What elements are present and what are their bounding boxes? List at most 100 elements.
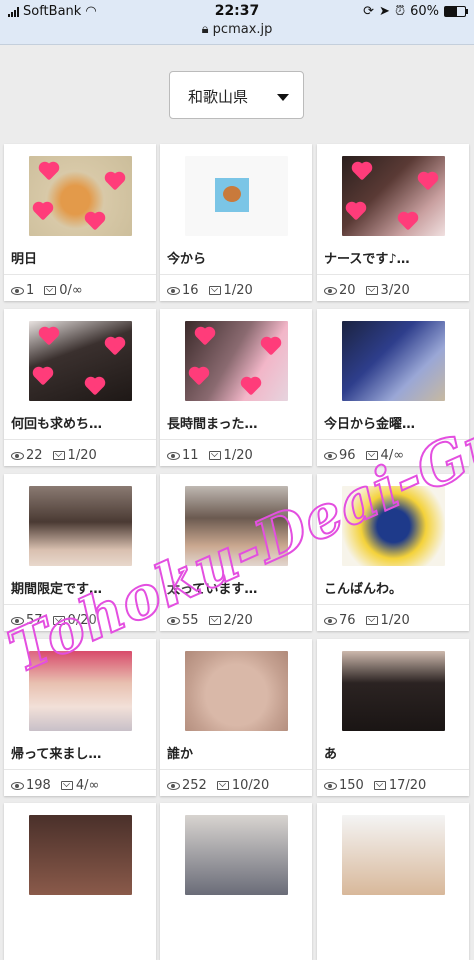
profile-card[interactable] [160, 803, 312, 960]
view-count: 22 [26, 448, 43, 463]
mail-count: 0/∞ [59, 283, 83, 298]
eye-icon [324, 286, 337, 295]
eye-icon [11, 286, 24, 295]
divider [317, 604, 469, 605]
profile-stats: 55 2/20 [167, 613, 253, 628]
profile-name: 長時間まった… [167, 417, 258, 432]
profile-card[interactable]: 太っています… 55 2/20 [160, 474, 312, 631]
profile-name: 誰か [167, 747, 194, 762]
divider [4, 604, 156, 605]
profile-stats: 76 1/20 [324, 613, 410, 628]
mail-count: 4/∞ [75, 778, 100, 793]
profile-name: 期間限定です… [11, 582, 103, 597]
divider [160, 274, 312, 275]
profile-photo [185, 321, 288, 401]
profile-photo [29, 486, 132, 566]
profile-photo [342, 815, 445, 895]
eye-icon [324, 781, 337, 790]
eye-icon [324, 451, 337, 460]
eye-icon [167, 286, 180, 295]
view-count: 76 [339, 613, 356, 628]
profile-card[interactable]: 今日から金曜… 96 4/∞ [317, 309, 469, 466]
mail-count: 2/20 [223, 613, 253, 628]
profile-stats: 16 1/20 [167, 283, 253, 298]
profile-stats: 22 1/20 [11, 448, 97, 463]
heart-sticker-icon [190, 368, 208, 386]
heart-sticker-icon [86, 378, 104, 396]
heart-sticker-icon [347, 203, 365, 221]
profile-photo [342, 156, 445, 236]
mail-icon [52, 616, 65, 625]
profile-photo [29, 651, 132, 731]
view-count: 11 [182, 448, 199, 463]
profile-photo [185, 486, 288, 566]
profile-grid: 明日 1 0/∞ 今から 16 1/20 ナースです♪… 20 3/20 何回も求めち… 22 1/2… [0, 0, 474, 842]
divider [317, 439, 469, 440]
mail-icon [216, 781, 229, 790]
profile-name: 帰って来まし… [11, 747, 102, 762]
mail-icon [373, 781, 386, 790]
profile-name: あ [324, 747, 338, 762]
mail-icon [365, 451, 378, 460]
heart-sticker-icon [40, 163, 58, 181]
profile-card[interactable]: 今から 16 1/20 [160, 144, 312, 301]
heart-sticker-icon [242, 378, 260, 396]
divider [4, 274, 156, 275]
mail-count: 3/20 [380, 283, 410, 298]
profile-stats: 96 4/∞ [324, 448, 404, 463]
mail-icon [365, 616, 378, 625]
heart-sticker-icon [34, 368, 52, 386]
mail-count: 1/20 [380, 613, 410, 628]
mail-icon [208, 616, 221, 625]
view-count: 252 [182, 778, 207, 793]
profile-card[interactable] [4, 803, 156, 960]
heart-sticker-icon [399, 213, 417, 231]
eye-icon [167, 451, 180, 460]
view-count: 57 [26, 613, 43, 628]
eye-icon [324, 616, 337, 625]
profile-photo [185, 651, 288, 731]
divider [317, 274, 469, 275]
eye-icon [11, 451, 24, 460]
profile-card[interactable]: 期間限定です… 57 0/20 [4, 474, 156, 631]
profile-card[interactable] [317, 803, 469, 960]
profile-card[interactable]: こんばんわ。 76 1/20 [317, 474, 469, 631]
divider [160, 769, 312, 770]
profile-card[interactable]: 何回も求めち… 22 1/20 [4, 309, 156, 466]
heart-sticker-icon [106, 338, 124, 356]
mail-icon [44, 286, 57, 295]
view-count: 55 [182, 613, 199, 628]
profile-stats: 150 17/20 [324, 778, 426, 793]
eye-icon [167, 616, 180, 625]
profile-name: ナースです♪… [324, 252, 410, 267]
profile-card[interactable]: あ 150 17/20 [317, 639, 469, 796]
profile-name: 明日 [11, 252, 38, 267]
profile-photo [185, 815, 288, 895]
view-count: 198 [26, 778, 51, 793]
profile-stats: 11 1/20 [167, 448, 253, 463]
profile-photo [185, 156, 288, 236]
heart-sticker-icon [262, 338, 280, 356]
view-count: 20 [339, 283, 356, 298]
heart-sticker-icon [106, 173, 124, 191]
profile-name: こんばんわ。 [324, 582, 403, 597]
profile-name: 今から [167, 252, 207, 267]
profile-card[interactable]: 長時間まった… 11 1/20 [160, 309, 312, 466]
profile-stats: 252 10/20 [167, 778, 269, 793]
heart-sticker-icon [419, 173, 437, 191]
profile-photo [342, 321, 445, 401]
profile-card[interactable]: 帰って来まし… 198 4/∞ [4, 639, 156, 796]
mail-icon [365, 286, 378, 295]
profile-card[interactable]: ナースです♪… 20 3/20 [317, 144, 469, 301]
mail-count: 1/20 [223, 448, 253, 463]
view-count: 96 [339, 448, 356, 463]
profile-card[interactable]: 誰か 252 10/20 [160, 639, 312, 796]
profile-stats: 57 0/20 [11, 613, 97, 628]
divider [160, 604, 312, 605]
view-count: 16 [182, 283, 199, 298]
mail-count: 0/20 [67, 613, 97, 628]
divider [160, 439, 312, 440]
divider [317, 769, 469, 770]
profile-card[interactable]: 明日 1 0/∞ [4, 144, 156, 301]
profile-stats: 20 3/20 [324, 283, 410, 298]
